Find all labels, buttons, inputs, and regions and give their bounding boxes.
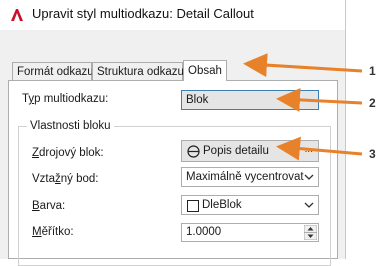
annotation-arrows: [243, 53, 363, 161]
arrow-1: [243, 53, 363, 78]
tab-label: Obsah: [188, 65, 222, 77]
tab-content[interactable]: Obsah: [183, 60, 227, 81]
arrow-2: [276, 87, 363, 112]
arrow-3: [276, 136, 363, 161]
callout-number-2: 2: [369, 96, 376, 110]
callout-number-3: 3: [369, 147, 376, 161]
callout-number-1: 1: [369, 64, 376, 78]
